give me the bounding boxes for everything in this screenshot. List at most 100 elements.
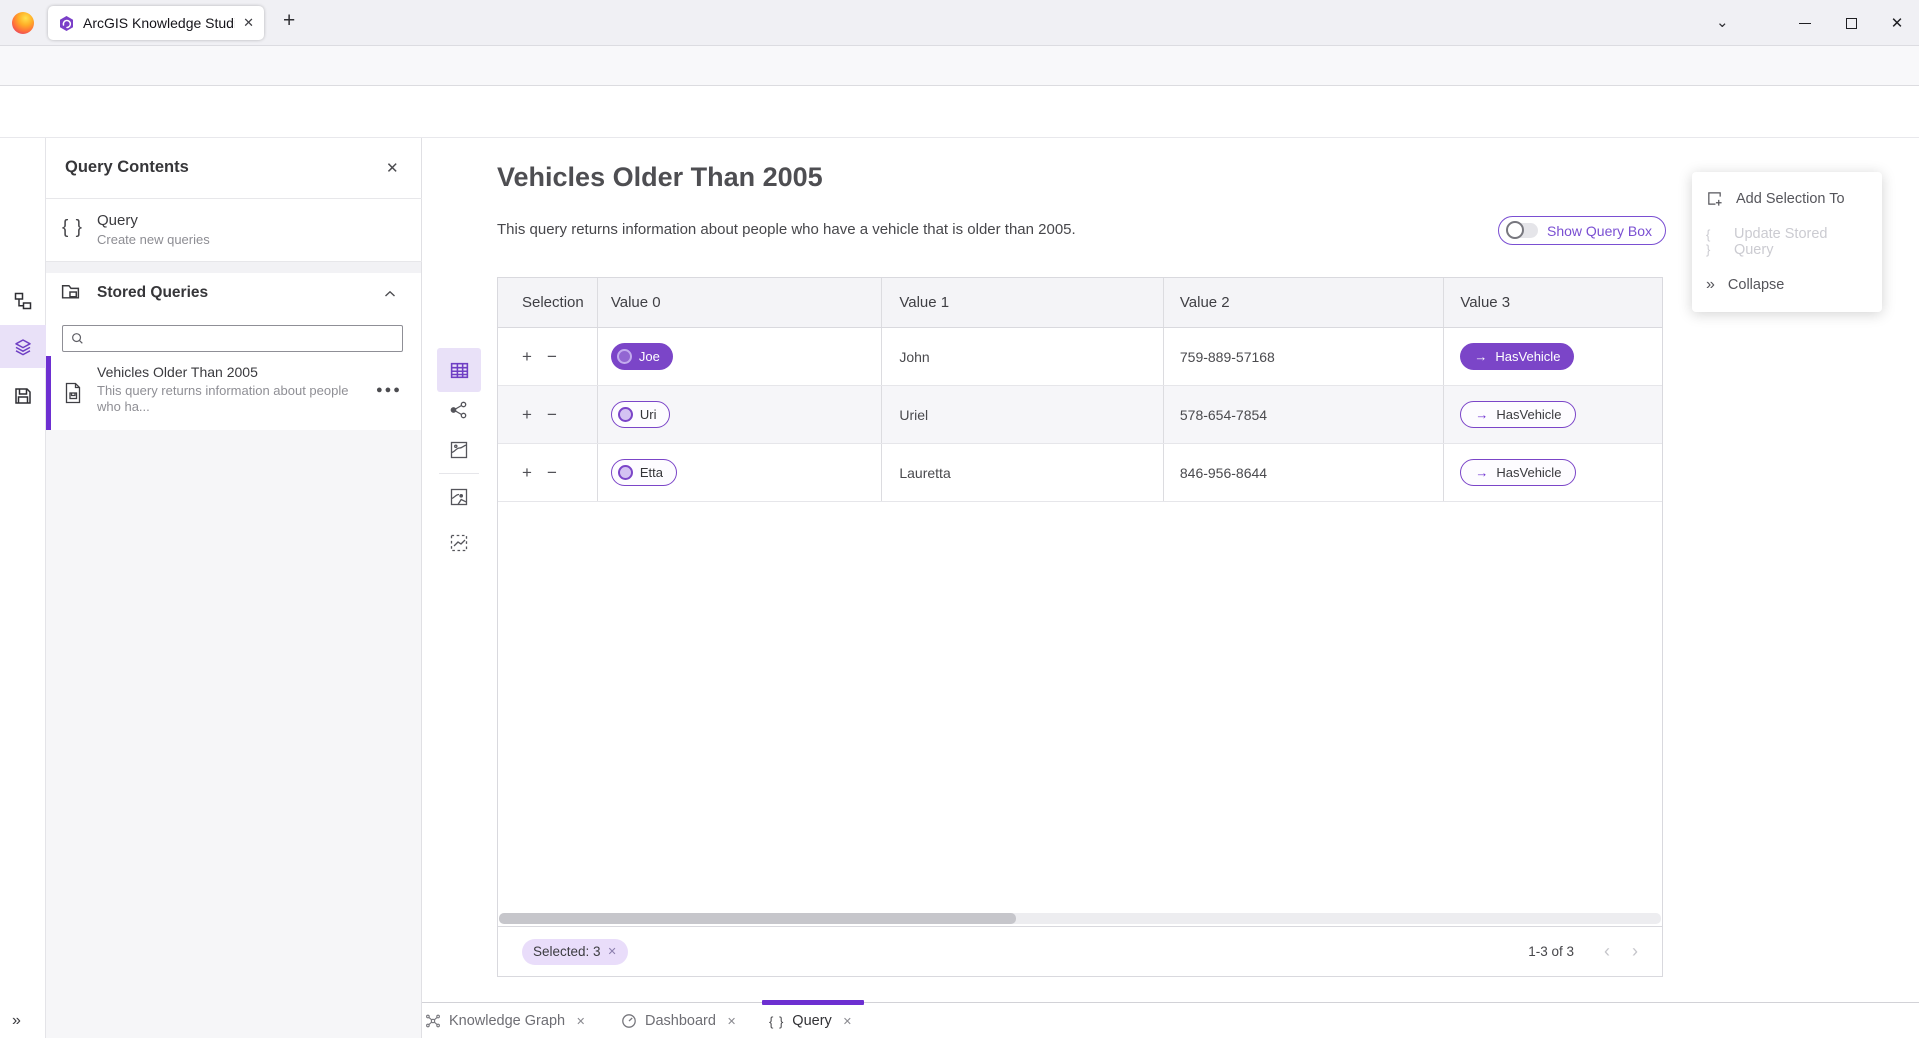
menu-item-label: Collapse [1728,277,1784,293]
tab-dashboard[interactable]: Dashboard ✕ [621,1003,736,1038]
item-options-button[interactable]: ●●● [376,384,402,396]
value-cell[interactable]: 846-956-8644 [1164,444,1445,501]
value-cell[interactable]: Uriel [882,386,1164,443]
column-header-selection[interactable]: Selection [498,278,598,327]
stored-queries-search[interactable] [62,325,403,352]
page-title: Vehicles Older Than 2005 [497,162,823,193]
selected-count-badge[interactable]: Selected: 3 ✕ [522,939,628,965]
relationship-pill[interactable]: → HasVehicle [1460,459,1576,486]
minimize-icon [1799,23,1811,24]
menu-item-add-selection-to[interactable]: Add Selection To [1692,177,1882,220]
node-cell: Joe [598,328,883,385]
node-pill[interactable]: Joe [611,343,673,370]
node-pill[interactable]: Etta [611,459,677,486]
context-menu: Add Selection To { } Update Stored Query… [1692,172,1882,312]
remove-selection-button[interactable]: − [547,347,557,367]
clear-selection-icon[interactable]: ✕ [608,945,617,958]
table-header-row: Selection Value 0 Value 1 Value 2 Value … [498,278,1662,328]
value-cell[interactable]: 578-654-7854 [1164,386,1445,443]
pagination-prev-button[interactable]: ‹ [1604,941,1610,962]
node-label: Joe [639,349,660,364]
browser-navbar: ← → https://dev0028833.esri.com/portal/a… [0,46,1919,86]
selection-map-button[interactable] [437,523,481,563]
menu-item-label: Add Selection To [1736,191,1845,207]
column-header-value0[interactable]: Value 0 [598,278,883,327]
tab-close-icon[interactable]: ✕ [576,1015,585,1028]
new-tab-button[interactable]: + [283,9,295,33]
remove-selection-button[interactable]: − [547,463,557,483]
table-view-button[interactable] [437,348,481,392]
map-layer-icon [449,487,469,507]
layers-icon [13,337,33,357]
stored-queries-title: Stored Queries [97,284,208,302]
expand-panel-button[interactable]: » [12,1012,21,1030]
menu-item-update-stored-query[interactable]: { } Update Stored Query [1692,220,1882,263]
add-selection-button[interactable]: + [522,347,532,367]
relationship-label: HasVehicle [1496,407,1561,422]
tab-knowledge-graph[interactable]: Knowledge Graph ✕ [425,1003,585,1038]
relationship-cell: → HasVehicle [1444,386,1662,443]
sidebar-item-save[interactable] [0,378,46,414]
stored-queries-header[interactable] [60,281,81,302]
tab-query[interactable]: { } Query ✕ [769,1003,852,1038]
column-header-value3[interactable]: Value 3 [1444,278,1662,327]
relationship-label: HasVehicle [1495,349,1560,364]
query-contents-panel: Query Contents ✕ { } Query Create new qu… [46,138,422,1038]
panel-close-button[interactable]: ✕ [386,159,399,177]
query-item-subtitle: Create new queries [97,232,210,247]
value-cell[interactable]: John [882,328,1164,385]
window-maximize-button[interactable] [1831,0,1871,46]
add-to-map-button[interactable] [437,477,481,517]
search-icon [71,332,84,345]
stored-query-file-icon [63,382,83,404]
tab-close-icon[interactable]: ✕ [843,1015,852,1028]
value-cell[interactable]: Lauretta [882,444,1164,501]
stored-queries-folder-icon [60,281,81,302]
menu-item-collapse[interactable]: » Collapse [1692,263,1882,306]
window-minimize-button[interactable] [1785,0,1825,46]
list-tabs-chevron-icon[interactable]: ⌄ [1716,13,1729,31]
column-header-value1[interactable]: Value 1 [882,278,1164,327]
firefox-icon[interactable] [12,12,34,34]
panel-empty-area [46,430,421,1038]
browser-tabstrip: ArcGIS Knowledge Studio ✕ + ⌄ ✕ [0,0,1919,46]
sidebar-item-model[interactable] [0,283,46,319]
window-close-button[interactable]: ✕ [1877,0,1917,46]
browser-tab[interactable]: ArcGIS Knowledge Studio ✕ [48,6,264,40]
pagination-next-button[interactable]: › [1632,941,1638,962]
sidebar-item-contents[interactable] [0,325,46,368]
app-header: Certification Project ? PL publisher2 la… [0,86,1919,138]
maximize-icon [1846,18,1857,29]
toggle-track[interactable] [1508,223,1538,238]
node-dot-icon [618,407,633,422]
scrollbar-thumb[interactable] [499,913,1016,924]
table-footer: Selected: 3 ✕ 1-3 of 3 ‹ › [498,926,1662,976]
search-input[interactable] [91,331,394,346]
collapse-section-chevron-icon[interactable] [384,290,396,298]
horizontal-scrollbar[interactable] [499,913,1661,924]
show-query-box-toggle[interactable]: Show Query Box [1498,216,1666,245]
node-pill[interactable]: Uri [611,401,671,428]
braces-icon: { } [62,217,83,239]
relationship-pill[interactable]: → HasVehicle [1460,343,1574,370]
tab-label: Query [792,1013,832,1029]
stored-query-title: Vehicles Older Than 2005 [97,364,258,380]
content-tab-bar: Knowledge Graph ✕ Dashboard ✕ { } Query … [422,1002,1919,1038]
query-list-item[interactable]: { } Query Create new queries [46,199,421,261]
remove-selection-button[interactable]: − [547,405,557,425]
map-icon [449,440,469,460]
stored-query-item[interactable]: Vehicles Older Than 2005 This query retu… [46,356,421,430]
query-item-title: Query [97,212,138,229]
tab-close-icon[interactable]: ✕ [243,15,254,31]
value-cell[interactable]: 759-889-57168 [1164,328,1445,385]
add-selection-button[interactable]: + [522,405,532,425]
column-header-value2[interactable]: Value 2 [1164,278,1445,327]
relationship-label: HasVehicle [1496,465,1561,480]
tab-close-icon[interactable]: ✕ [727,1015,736,1028]
add-selection-button[interactable]: + [522,463,532,483]
map-view-button[interactable] [437,430,481,470]
link-chart-icon [449,400,469,420]
link-chart-view-button[interactable] [437,390,481,430]
selected-indicator-bar [46,356,51,430]
relationship-pill[interactable]: → HasVehicle [1460,401,1576,428]
